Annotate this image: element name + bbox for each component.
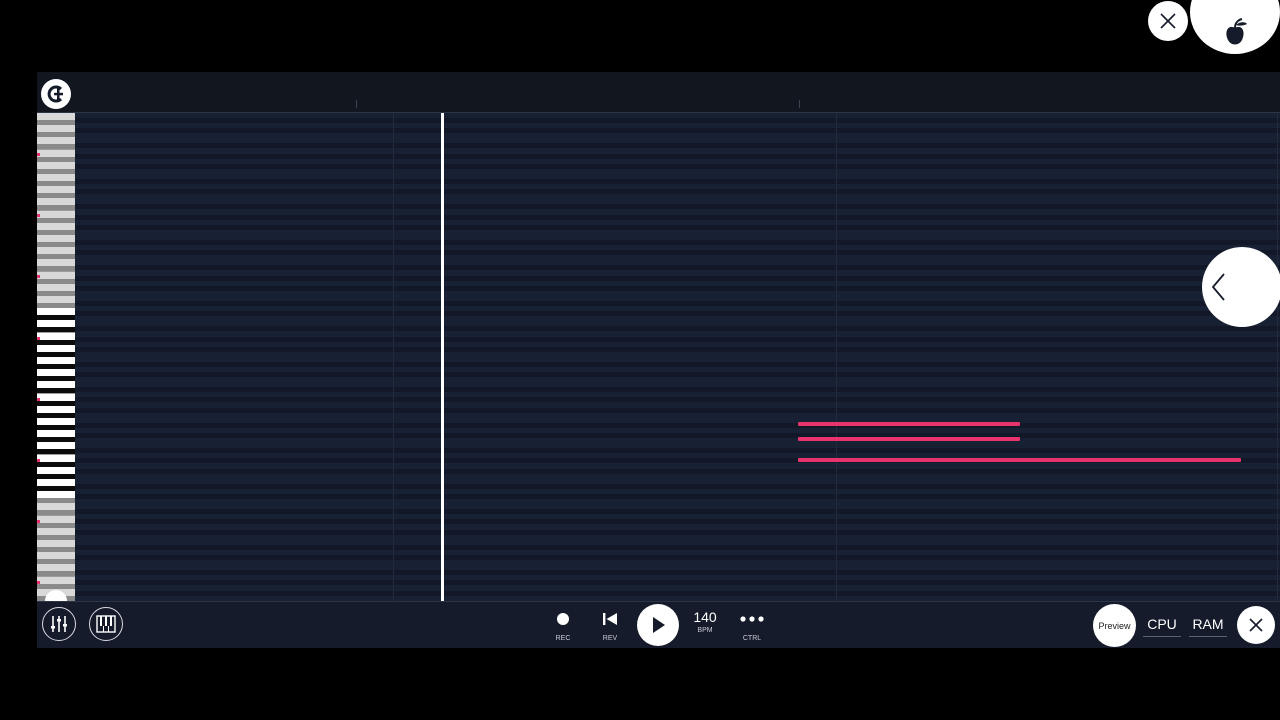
piano-key[interactable] — [37, 381, 75, 389]
piano-key[interactable] — [37, 405, 75, 413]
piano-keyboard[interactable] — [37, 113, 75, 601]
ram-meter[interactable]: RAM — [1188, 616, 1228, 637]
piano-key[interactable] — [37, 296, 75, 303]
playhead[interactable] — [441, 113, 444, 601]
record-button[interactable]: REC — [543, 612, 583, 642]
octave-marker — [37, 153, 40, 156]
cpu-meter[interactable]: CPU — [1142, 616, 1182, 637]
piano-key[interactable] — [37, 479, 75, 486]
bpm-value: 140 — [693, 609, 717, 625]
piano-key[interactable] — [37, 174, 75, 181]
piano-key[interactable] — [37, 247, 75, 255]
chevron-left-icon — [1211, 273, 1225, 301]
piano-key[interactable] — [37, 515, 75, 523]
side-panel-toggle[interactable] — [1202, 247, 1280, 327]
note-grid[interactable] — [75, 113, 1280, 601]
close-button[interactable] — [1237, 606, 1275, 644]
bar-line — [836, 113, 837, 601]
piano-roll-window: REC REV 140 BPM CTRL Preview CPU RAM — [37, 72, 1280, 648]
octave-marker — [37, 337, 40, 340]
piano-key[interactable] — [37, 540, 75, 547]
piano-key[interactable] — [37, 113, 75, 120]
octave-marker — [37, 214, 40, 217]
piano-key[interactable] — [37, 418, 75, 425]
rewind-button[interactable]: REV — [590, 612, 630, 642]
piano-key[interactable] — [37, 320, 75, 328]
piano-key[interactable] — [37, 125, 75, 133]
piano-key[interactable] — [37, 137, 75, 145]
close-icon — [1160, 13, 1176, 29]
tempo-display[interactable]: 140 BPM — [685, 609, 725, 634]
piano-key[interactable] — [37, 369, 75, 377]
piano-key[interactable] — [37, 198, 75, 206]
piano-key[interactable] — [37, 393, 75, 401]
timeline-ruler[interactable] — [37, 72, 1280, 113]
piano-key[interactable] — [37, 186, 75, 194]
piano-key[interactable] — [37, 503, 75, 511]
octave-marker — [37, 520, 40, 523]
c-logo-icon[interactable] — [41, 79, 71, 109]
piano-key[interactable] — [37, 161, 75, 169]
piano-key[interactable] — [37, 576, 75, 584]
preview-button[interactable]: Preview — [1093, 604, 1136, 647]
note[interactable] — [798, 458, 1241, 462]
piano-key[interactable] — [37, 491, 75, 499]
piano-key[interactable] — [37, 222, 75, 230]
note[interactable] — [798, 422, 1020, 426]
ctrl-button[interactable]: CTRL — [732, 612, 772, 642]
record-icon — [557, 613, 569, 625]
piano-key[interactable] — [37, 344, 75, 352]
cpu-label: CPU — [1147, 616, 1177, 632]
play-button[interactable] — [637, 604, 679, 646]
cpu-bar — [1143, 636, 1181, 637]
ctrl-label: CTRL — [742, 635, 762, 642]
piano-icon — [96, 615, 116, 633]
record-label: REC — [555, 635, 571, 642]
piano-key[interactable] — [37, 564, 75, 572]
play-icon — [653, 617, 665, 633]
close-editor-button[interactable] — [1148, 1, 1188, 41]
fruit-logo-button[interactable] — [1190, 0, 1280, 54]
bpm-label: BPM — [697, 627, 713, 634]
bar-marker — [799, 100, 800, 108]
octave-marker — [37, 398, 40, 401]
piano-key[interactable] — [37, 332, 75, 340]
note[interactable] — [798, 437, 1020, 441]
piano-roll-button[interactable] — [89, 607, 123, 641]
piano-key[interactable] — [37, 442, 75, 450]
transport-bar: REC REV 140 BPM CTRL Preview CPU RAM — [37, 601, 1280, 648]
rewind-label: REV — [602, 635, 618, 642]
bar-line — [393, 113, 394, 601]
fruit-logo-icon — [1226, 18, 1247, 45]
piano-key[interactable] — [37, 149, 75, 157]
piano-key[interactable] — [37, 430, 75, 438]
piano-key[interactable] — [37, 210, 75, 218]
piano-key[interactable] — [37, 552, 75, 560]
octave-marker — [37, 275, 40, 278]
piano-key[interactable] — [37, 235, 75, 242]
mixer-icon — [51, 616, 67, 632]
piano-key[interactable] — [37, 259, 75, 267]
piano-key[interactable] — [37, 454, 75, 462]
octave-marker — [37, 459, 40, 462]
close-icon — [1249, 618, 1263, 632]
mixer-button[interactable] — [42, 607, 76, 641]
piano-key[interactable] — [37, 283, 75, 291]
ram-bar — [1189, 636, 1227, 637]
octave-marker — [37, 581, 40, 584]
bar-line — [1277, 113, 1278, 601]
piano-key[interactable] — [37, 271, 75, 279]
piano-key[interactable] — [37, 308, 75, 316]
ram-label: RAM — [1192, 616, 1224, 632]
bar-marker — [356, 100, 357, 108]
piano-key[interactable] — [37, 527, 75, 535]
more-icon — [740, 616, 764, 622]
piano-key[interactable] — [37, 466, 75, 474]
piano-key[interactable] — [37, 357, 75, 364]
rewind-icon — [603, 613, 617, 625]
